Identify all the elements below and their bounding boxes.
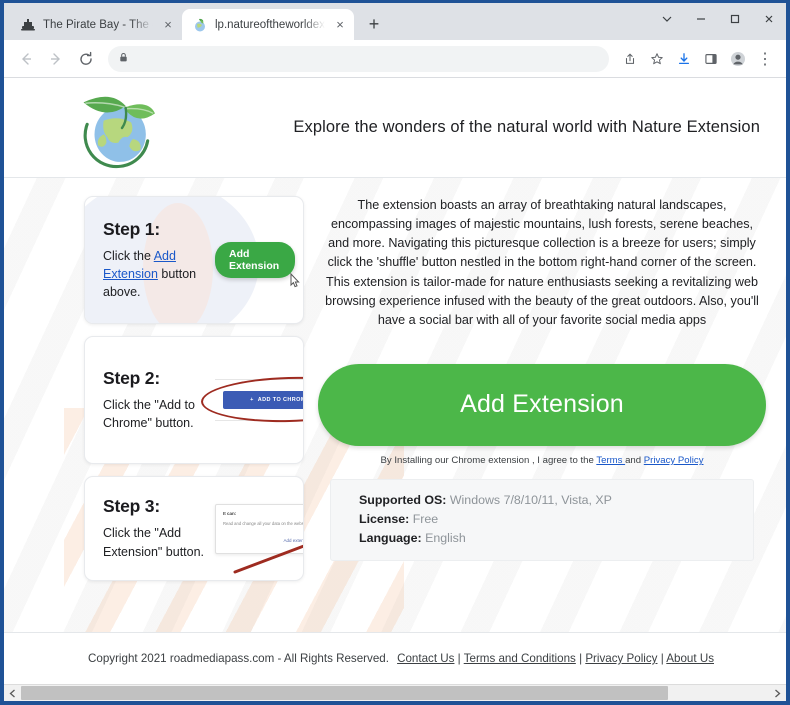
site-header: Explore the wonders of the natural world…	[4, 78, 786, 178]
cta-section: Add Extension By Installing our Chrome e…	[318, 363, 766, 466]
terms-prefix: By Installing our Chrome extension , I a…	[380, 454, 597, 466]
site-tagline: Explore the wonders of the natural world…	[293, 118, 760, 137]
tab-strip: The Pirate Bay - The galaxy's mo × lp.na…	[4, 3, 786, 40]
nature-globe-leaf-logo	[76, 84, 168, 172]
lock-icon	[118, 52, 129, 66]
forward-button[interactable]	[42, 45, 70, 73]
browser-tab-pirate-bay[interactable]: The Pirate Bay - The galaxy's mo ×	[10, 9, 182, 40]
step-1-description: Click the Add Extension button above.	[103, 247, 215, 301]
step-1-desc-prefix: Click the	[103, 248, 154, 263]
tab-close-icon[interactable]: ×	[160, 17, 176, 33]
browser-window: The Pirate Bay - The galaxy's mo × lp.na…	[0, 0, 790, 705]
footer-link-contact-us[interactable]: Contact Us	[397, 652, 454, 665]
steps-column: Step 1: Click the Add Extension button a…	[14, 196, 304, 618]
horizontal-scrollbar[interactable]	[4, 684, 786, 701]
new-tab-button[interactable]: +	[360, 10, 388, 38]
address-bar[interactable]	[108, 45, 609, 72]
step-3-visual: It can: Read and change all your data on…	[215, 487, 304, 573]
step-3-title: Step 3:	[103, 496, 160, 517]
page-content: Step 1: Click the Add Extension button a…	[4, 178, 786, 618]
footer-copyright: Copyright 2021 roadmediapass.com - All R…	[88, 652, 389, 665]
red-annotation-arrow	[233, 544, 303, 573]
step-2-text: Step 2: Click the "Add to Chrome" button…	[103, 368, 215, 432]
footer-link-privacy[interactable]: Privacy Policy	[585, 652, 657, 665]
license-row: License: Free	[359, 510, 739, 529]
pirate-ship-icon	[20, 17, 36, 33]
step-2-chrome-store-mockup: + ADD TO CHROME	[200, 374, 303, 425]
terms-link[interactable]: Terms	[596, 455, 625, 466]
extension-info-box: Supported OS: Windows 7/8/10/11, Vista, …	[330, 478, 754, 561]
language-value: English	[421, 530, 466, 545]
step-3-text: Step 3: Click the "Add Extension" button…	[103, 496, 215, 560]
tab-title: The Pirate Bay - The galaxy's mo	[43, 18, 153, 31]
close-window-button[interactable]	[752, 3, 786, 34]
step-2-visual: + ADD TO CHROME	[200, 347, 303, 453]
scroll-left-arrow-icon[interactable]	[4, 685, 21, 702]
sidebar-icon[interactable]	[698, 46, 724, 72]
step-1-text: Step 1: Click the Add Extension button a…	[103, 219, 215, 301]
terms-middle: and	[625, 454, 644, 466]
reload-button[interactable]	[72, 45, 100, 73]
step-card-1: Step 1: Click the Add Extension button a…	[84, 196, 304, 324]
step-1-mini-add-extension-button[interactable]: Add Extension	[215, 242, 300, 288]
footer-link-about-us[interactable]: About Us	[666, 652, 714, 665]
site-footer: Copyright 2021 roadmediapass.com - All R…	[4, 632, 786, 684]
browser-tab-nature-extension[interactable]: lp.natureoftheworldext.com/ext ×	[182, 9, 354, 40]
minimize-button[interactable]	[684, 3, 718, 34]
footer-sep-3: |	[657, 652, 667, 665]
extension-description: The extension boasts an array of breatht…	[325, 198, 759, 327]
supported-os-label: Supported OS:	[359, 492, 447, 507]
cursor-pointer-icon	[287, 272, 303, 290]
nature-globe-icon	[192, 17, 208, 33]
supported-os-value: Windows 7/8/10/11, Vista, XP	[446, 492, 612, 507]
step-3-description: Click the "Add Extension" button.	[103, 526, 205, 559]
browser-toolbar: ⋮	[4, 40, 786, 78]
scrollbar-thumb[interactable]	[21, 685, 669, 700]
footer-link-terms[interactable]: Terms and Conditions	[464, 652, 576, 665]
step-card-2: Step 2: Click the "Add to Chrome" button…	[84, 336, 304, 464]
step-2-title: Step 2:	[103, 367, 160, 388]
scrollbar-track[interactable]	[21, 685, 769, 702]
step-2-description: Click the "Add to Chrome" button.	[103, 397, 195, 430]
step-card-3: Step 3: Click the "Add Extension" button…	[84, 476, 304, 581]
red-annotation-ellipse	[200, 374, 303, 425]
add-extension-button[interactable]: Add Extension	[318, 363, 766, 446]
maximize-button[interactable]	[718, 3, 752, 34]
star-icon[interactable]	[644, 46, 670, 72]
scroll-right-arrow-icon[interactable]	[769, 685, 786, 702]
step-1-mini-button-label: Add Extension	[229, 248, 280, 272]
tab-title: lp.natureoftheworldext.com/ext	[215, 18, 325, 31]
browser-menu-icon[interactable]: ⋮	[752, 46, 778, 72]
back-button[interactable]	[12, 45, 40, 73]
web-page: Explore the wonders of the natural world…	[4, 78, 786, 684]
promo-column: The extension boasts an array of breatht…	[318, 196, 776, 618]
tab-close-icon[interactable]: ×	[332, 17, 348, 33]
mock-dialog-body: Read and change all your data on the web…	[223, 520, 304, 526]
privacy-policy-link[interactable]: Privacy Policy	[644, 455, 704, 466]
step-1-title: Step 1:	[103, 218, 160, 239]
tab-search-icon[interactable]	[650, 3, 684, 34]
terms-agreement: By Installing our Chrome extension , I a…	[318, 455, 766, 466]
license-value: Free	[409, 511, 439, 526]
footer-sep-1: |	[454, 652, 464, 665]
profile-avatar-icon[interactable]	[725, 46, 751, 72]
language-label: Language:	[359, 530, 422, 545]
toolbar-icons: ⋮	[617, 46, 778, 72]
footer-links: Contact Us | Terms and Conditions | Priv…	[397, 652, 714, 665]
step-3-permission-dialog-mockup: It can: Read and change all your data on…	[215, 503, 304, 573]
language-row: Language: English	[359, 529, 739, 548]
share-icon[interactable]	[617, 46, 643, 72]
footer-sep-2: |	[575, 652, 586, 665]
mock-dialog-title: It can:	[223, 510, 237, 516]
page-viewport: Explore the wonders of the natural world…	[4, 78, 786, 701]
supported-os-row: Supported OS: Windows 7/8/10/11, Vista, …	[359, 491, 739, 510]
step-1-visual: Add Extension	[215, 207, 300, 313]
license-label: License:	[359, 511, 410, 526]
download-icon[interactable]	[671, 46, 697, 72]
window-controls	[650, 3, 786, 34]
